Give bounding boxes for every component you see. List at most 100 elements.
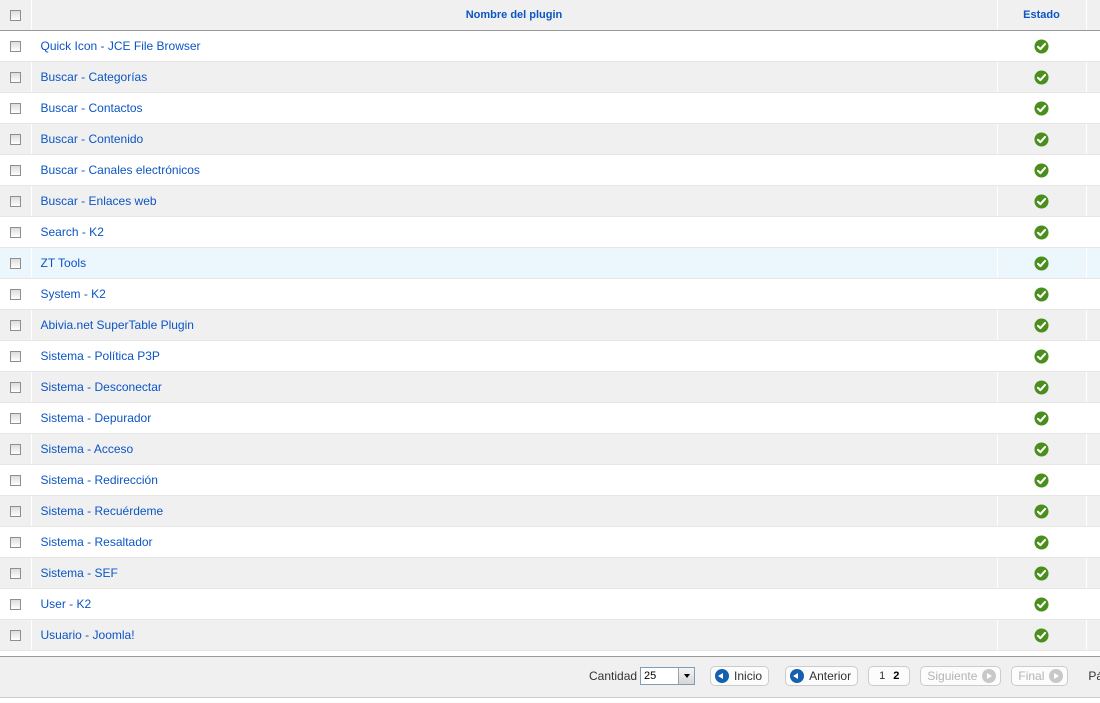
plugin-name-link[interactable]: System - K2 (41, 287, 106, 301)
plugin-name-link[interactable]: Sistema - Redirección (41, 473, 158, 487)
plugin-state-cell (997, 123, 1087, 155)
plugin-state-cell (997, 340, 1087, 372)
row-select-cell (0, 495, 32, 527)
check-circle-icon[interactable] (1034, 225, 1049, 240)
start-button[interactable]: Inicio (710, 666, 770, 686)
plugin-state-cell (997, 464, 1087, 496)
plugin-name-link[interactable]: Sistema - Desconectar (41, 380, 162, 394)
row-checkbox[interactable] (9, 165, 21, 177)
row-checkbox[interactable] (9, 351, 21, 363)
row-checkbox[interactable] (9, 475, 21, 487)
check-circle-icon[interactable] (1034, 163, 1049, 178)
plugin-name-link[interactable]: Buscar - Enlaces web (41, 194, 157, 208)
row-select-cell (0, 588, 32, 620)
check-circle-icon[interactable] (1034, 597, 1049, 612)
extra-cell (1086, 371, 1100, 403)
plugins-table: Nombre del plugin Estado Quick Icon - JC… (0, 0, 1100, 651)
plugin-state-cell (997, 30, 1087, 62)
check-circle-icon[interactable] (1034, 132, 1049, 147)
extra-cell (1086, 247, 1100, 279)
row-checkbox[interactable] (9, 196, 21, 208)
page-info: Pá (1088, 669, 1100, 683)
plugin-name-link[interactable]: Sistema - Política P3P (41, 349, 160, 363)
plugin-name-link[interactable]: Buscar - Canales electrónicos (41, 163, 200, 177)
row-select-cell (0, 433, 32, 465)
row-checkbox[interactable] (9, 444, 21, 456)
page-current-2: 2 (893, 670, 900, 682)
plugin-name-link[interactable]: Buscar - Contenido (41, 132, 144, 146)
plugin-name-link[interactable]: Usuario - Joomla! (41, 628, 135, 642)
extra-cell (1086, 526, 1100, 558)
plugin-state-cell (997, 185, 1087, 217)
check-circle-icon[interactable] (1034, 194, 1049, 209)
check-circle-icon[interactable] (1034, 535, 1049, 550)
check-circle-icon[interactable] (1034, 256, 1049, 271)
row-checkbox[interactable] (9, 568, 21, 580)
page-link-1[interactable]: 1 (879, 670, 885, 682)
row-select-cell (0, 557, 32, 589)
row-checkbox[interactable] (9, 72, 21, 84)
check-circle-icon[interactable] (1034, 566, 1049, 581)
row-checkbox[interactable] (9, 258, 21, 270)
plugin-name-link[interactable]: ZT Tools (41, 256, 87, 270)
extra-cell (1086, 185, 1100, 217)
plugin-name-link[interactable]: Abivia.net SuperTable Plugin (41, 318, 194, 332)
plugin-name-link[interactable]: Sistema - Acceso (41, 442, 134, 456)
previous-button[interactable]: Anterior (785, 666, 859, 686)
extra-cell (1086, 557, 1100, 589)
arrow-left-circle-icon (790, 669, 805, 683)
plugin-name-link[interactable]: Sistema - SEF (41, 566, 118, 580)
row-checkbox[interactable] (9, 630, 21, 642)
plugin-name-cell: Sistema - Depurador (31, 402, 998, 434)
row-checkbox[interactable] (9, 320, 21, 332)
check-circle-icon[interactable] (1034, 318, 1049, 333)
row-checkbox[interactable] (9, 103, 21, 115)
plugin-name-link[interactable]: Search - K2 (41, 225, 104, 239)
pagination-footer: Cantidad 25 Inicio Anterior 1 2 Siguient… (0, 656, 1100, 698)
select-all-header (0, 0, 32, 31)
check-circle-icon[interactable] (1034, 287, 1049, 302)
row-checkbox[interactable] (9, 227, 21, 239)
check-circle-icon[interactable] (1034, 473, 1049, 488)
check-circle-icon[interactable] (1034, 39, 1049, 54)
row-checkbox[interactable] (9, 413, 21, 425)
row-checkbox[interactable] (9, 134, 21, 146)
plugin-name-link[interactable]: Sistema - Resaltador (41, 535, 153, 549)
row-checkbox[interactable] (9, 506, 21, 518)
plugin-state-cell (997, 557, 1087, 589)
plugin-name-link[interactable]: User - K2 (41, 597, 92, 611)
check-circle-icon[interactable] (1034, 442, 1049, 457)
limit-select[interactable]: 25 (640, 667, 696, 685)
plugin-name-link[interactable]: Quick Icon - JCE File Browser (41, 39, 201, 53)
row-select-cell (0, 402, 32, 434)
plugin-name-link[interactable]: Sistema - Depurador (41, 411, 152, 425)
table-row: Search - K2 (0, 216, 1100, 248)
check-circle-icon[interactable] (1034, 349, 1049, 364)
check-circle-icon[interactable] (1034, 411, 1049, 426)
check-circle-icon[interactable] (1034, 70, 1049, 85)
row-checkbox[interactable] (9, 599, 21, 611)
check-circle-icon[interactable] (1034, 380, 1049, 395)
row-checkbox[interactable] (9, 41, 21, 53)
select-all-checkbox[interactable] (9, 9, 21, 21)
table-row: ZT Tools (0, 247, 1100, 279)
page-numbers: 1 2 (868, 666, 911, 686)
check-circle-icon[interactable] (1034, 101, 1049, 116)
row-checkbox[interactable] (9, 289, 21, 301)
plugin-name-link[interactable]: Sistema - Recuérdeme (41, 504, 164, 518)
state-header[interactable]: Estado (997, 0, 1087, 31)
table-row: Sistema - Política P3P (0, 340, 1100, 372)
row-checkbox[interactable] (9, 537, 21, 549)
row-checkbox[interactable] (9, 382, 21, 394)
plugin-name-header[interactable]: Nombre del plugin (31, 0, 998, 31)
plugin-name-link[interactable]: Buscar - Categorías (41, 70, 148, 84)
plugin-name-link[interactable]: Buscar - Contactos (41, 101, 143, 115)
table-row: Sistema - Acceso (0, 433, 1100, 465)
arrow-right-circle-icon (1049, 669, 1064, 683)
plugin-name-cell: Abivia.net SuperTable Plugin (31, 309, 998, 341)
check-circle-icon[interactable] (1034, 628, 1049, 643)
table-row: Sistema - Desconectar (0, 371, 1100, 403)
check-circle-icon[interactable] (1034, 504, 1049, 519)
table-header-row: Nombre del plugin Estado (0, 0, 1100, 31)
plugin-name-cell: Sistema - Redirección (31, 464, 998, 496)
